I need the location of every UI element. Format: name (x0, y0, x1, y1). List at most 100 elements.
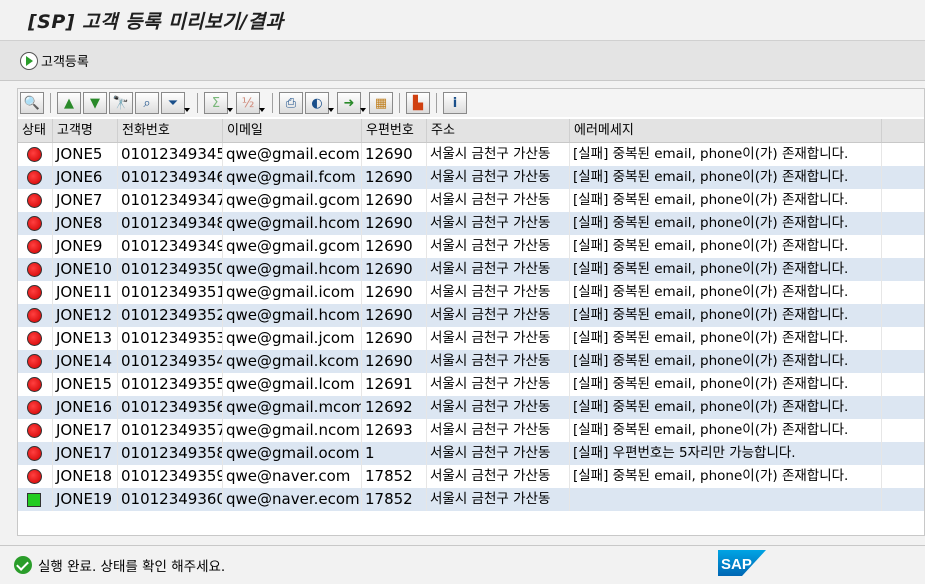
cell-zip[interactable]: 17852 (362, 465, 427, 488)
cell-name[interactable]: JONE17 (53, 419, 118, 442)
cell-address[interactable]: 서울시 금천구 가산동 (427, 350, 570, 373)
table-row[interactable]: JONE7 01012349347 qwe@gmail.gcom 12690 서울시 금… (18, 189, 924, 212)
cell-address[interactable]: 서울시 금천구 가산동 (427, 235, 570, 258)
cell-address[interactable]: 서울시 금천구 가산동 (427, 373, 570, 396)
cell-address[interactable]: 서울시 금천구 가산동 (427, 465, 570, 488)
cell-phone[interactable]: 01012349360 (118, 488, 223, 511)
cell-error[interactable]: [실패] 중복된 email, phone이(가) 존재합니다. (570, 465, 882, 488)
table-row[interactable]: JONE17 01012349358 qwe@gmail.ocom 1 서울시 금천구 … (18, 442, 924, 465)
cell-zip[interactable]: 12690 (362, 143, 427, 166)
cell-error[interactable]: [실패] 중복된 email, phone이(가) 존재합니다. (570, 258, 882, 281)
cell-error[interactable]: [실패] 중복된 email, phone이(가) 존재합니다. (570, 235, 882, 258)
cell-name[interactable]: JONE13 (53, 327, 118, 350)
cell-phone[interactable]: 01012349349 (118, 235, 223, 258)
cell-address[interactable]: 서울시 금천구 가산동 (427, 212, 570, 235)
column-header-error[interactable]: 에러메세지 (570, 119, 882, 142)
table-row[interactable]: JONE11 01012349351 qwe@gmail.icom 12690 서울시 … (18, 281, 924, 304)
cell-zip[interactable]: 1 (362, 442, 427, 465)
print-button[interactable]: ⎙ (279, 92, 303, 114)
cell-error[interactable]: [실패] 중복된 email, phone이(가) 존재합니다. (570, 327, 882, 350)
column-header-phone[interactable]: 전화번호 (118, 119, 223, 142)
cell-email[interactable]: qwe@gmail.hcom (223, 304, 362, 327)
cell-name[interactable]: JONE5 (53, 143, 118, 166)
cell-address[interactable]: 서울시 금천구 가산동 (427, 442, 570, 465)
cell-zip[interactable]: 12691 (362, 373, 427, 396)
cell-address[interactable]: 서울시 금천구 가산동 (427, 166, 570, 189)
cell-name[interactable]: JONE11 (53, 281, 118, 304)
cell-error[interactable] (570, 488, 882, 511)
cell-address[interactable]: 서울시 금천구 가산동 (427, 488, 570, 511)
cell-error[interactable]: [실패] 중복된 email, phone이(가) 존재합니다. (570, 281, 882, 304)
cell-address[interactable]: 서울시 금천구 가산동 (427, 327, 570, 350)
cell-error[interactable]: [실패] 중복된 email, phone이(가) 존재합니다. (570, 350, 882, 373)
cell-name[interactable]: JONE12 (53, 304, 118, 327)
table-row[interactable]: JONE12 01012349352 qwe@gmail.hcom 12690 서울시 … (18, 304, 924, 327)
cell-phone[interactable]: 01012349351 (118, 281, 223, 304)
cell-phone[interactable]: 01012349359 (118, 465, 223, 488)
cell-zip[interactable]: 12693 (362, 419, 427, 442)
cell-email[interactable]: qwe@gmail.ncom (223, 419, 362, 442)
cell-error[interactable]: [실패] 중복된 email, phone이(가) 존재합니다. (570, 373, 882, 396)
graphic-button[interactable]: ▙ (406, 92, 430, 114)
sort-descending-button[interactable]: ▼ (83, 92, 107, 114)
table-row[interactable]: JONE17 01012349357 qwe@gmail.ncom 12693 서울시 … (18, 419, 924, 442)
filter-button[interactable]: ⏷ (161, 92, 190, 114)
column-header-name[interactable]: 고객명 (53, 119, 118, 142)
cell-phone[interactable]: 01012349358 (118, 442, 223, 465)
cell-phone[interactable]: 01012349350 (118, 258, 223, 281)
table-row[interactable]: JONE5 01012349345 qwe@gmail.ecom 12690 서울시 금… (18, 143, 924, 166)
column-header-address[interactable]: 주소 (427, 119, 570, 142)
cell-name[interactable]: JONE19 (53, 488, 118, 511)
table-row[interactable]: JONE8 01012349348 qwe@gmail.hcom 12690 서울시 금… (18, 212, 924, 235)
cell-email[interactable]: qwe@gmail.ecom (223, 143, 362, 166)
cell-name[interactable]: JONE14 (53, 350, 118, 373)
cell-zip[interactable]: 12692 (362, 396, 427, 419)
table-row[interactable]: JONE6 01012349346 qwe@gmail.fcom 12690 서울시 금… (18, 166, 924, 189)
cell-phone[interactable]: 01012349347 (118, 189, 223, 212)
cell-name[interactable]: JONE6 (53, 166, 118, 189)
table-row[interactable]: JONE19 01012349360 qwe@naver.ecom 17852 서울시 … (18, 488, 924, 511)
cell-email[interactable]: qwe@naver.ecom (223, 488, 362, 511)
cell-name[interactable]: JONE16 (53, 396, 118, 419)
table-row[interactable]: JONE15 01012349355 qwe@gmail.lcom 12691 서울시 … (18, 373, 924, 396)
cell-email[interactable]: qwe@naver.com (223, 465, 362, 488)
cell-phone[interactable]: 01012349346 (118, 166, 223, 189)
sum-button[interactable]: Σ (204, 92, 233, 114)
cell-name[interactable]: JONE18 (53, 465, 118, 488)
cell-name[interactable]: JONE9 (53, 235, 118, 258)
cell-error[interactable]: [실패] 중복된 email, phone이(가) 존재합니다. (570, 143, 882, 166)
cell-address[interactable]: 서울시 금천구 가산동 (427, 189, 570, 212)
cell-zip[interactable]: 12690 (362, 327, 427, 350)
cell-name[interactable]: JONE7 (53, 189, 118, 212)
cell-phone[interactable]: 01012349352 (118, 304, 223, 327)
table-row[interactable]: JONE10 01012349350 qwe@gmail.hcom 12690 서울시 … (18, 258, 924, 281)
cell-address[interactable]: 서울시 금천구 가산동 (427, 281, 570, 304)
table-row[interactable]: JONE18 01012349359 qwe@naver.com 17852 서울시 금… (18, 465, 924, 488)
cell-name[interactable]: JONE17 (53, 442, 118, 465)
cell-address[interactable]: 서울시 금천구 가산동 (427, 258, 570, 281)
cell-zip[interactable]: 12690 (362, 235, 427, 258)
cell-email[interactable]: qwe@gmail.hcom (223, 258, 362, 281)
cell-phone[interactable]: 01012349353 (118, 327, 223, 350)
cell-address[interactable]: 서울시 금천구 가산동 (427, 143, 570, 166)
column-header-zip[interactable]: 우편번호 (362, 119, 427, 142)
cell-error[interactable]: [실패] 중복된 email, phone이(가) 존재합니다. (570, 212, 882, 235)
cell-zip[interactable]: 12690 (362, 212, 427, 235)
table-row[interactable]: JONE14 01012349354 qwe@gmail.kcom 12690 서울시 … (18, 350, 924, 373)
table-row[interactable]: JONE13 01012349353 qwe@gmail.jcom 12690 서울시 … (18, 327, 924, 350)
cell-error[interactable]: [실패] 중복된 email, phone이(가) 존재합니다. (570, 304, 882, 327)
cell-zip[interactable]: 12690 (362, 166, 427, 189)
layout-button[interactable]: ▦ (369, 92, 393, 114)
cell-name[interactable]: JONE10 (53, 258, 118, 281)
cell-address[interactable]: 서울시 금천구 가산동 (427, 396, 570, 419)
cell-email[interactable]: qwe@gmail.fcom (223, 166, 362, 189)
subtotal-button[interactable]: ½ (236, 92, 265, 114)
cell-zip[interactable]: 17852 (362, 488, 427, 511)
cell-phone[interactable]: 01012349357 (118, 419, 223, 442)
cell-zip[interactable]: 12690 (362, 304, 427, 327)
cell-phone[interactable]: 01012349355 (118, 373, 223, 396)
cell-email[interactable]: qwe@gmail.mcom (223, 396, 362, 419)
cell-email[interactable]: qwe@gmail.hcom (223, 212, 362, 235)
find-next-button[interactable]: ⌕ (135, 92, 159, 114)
cell-phone[interactable]: 01012349348 (118, 212, 223, 235)
